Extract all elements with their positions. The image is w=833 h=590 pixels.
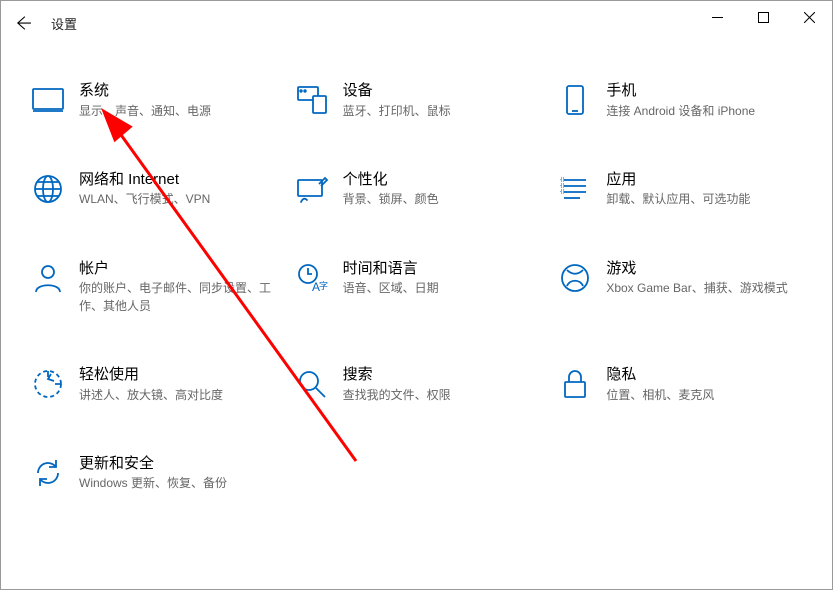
- category-desc: 你的账户、电子邮件、同步设置、工作、其他人员: [79, 280, 275, 315]
- category-desc: 卸载、默认应用、可选功能: [606, 191, 750, 208]
- category-apps[interactable]: 应用 卸载、默认应用、可选功能: [558, 170, 802, 209]
- category-search[interactable]: 搜索 查找我的文件、权限: [295, 365, 539, 404]
- category-label: 游戏: [606, 259, 787, 279]
- category-privacy[interactable]: 隐私 位置、相机、麦克风: [558, 365, 802, 404]
- category-desc: Xbox Game Bar、捕获、游戏模式: [606, 280, 787, 297]
- category-system[interactable]: 系统 显示、声音、通知、电源: [31, 81, 275, 120]
- category-label: 手机: [606, 81, 755, 101]
- category-gaming[interactable]: 游戏 Xbox Game Bar、捕获、游戏模式: [558, 259, 802, 315]
- category-label: 网络和 Internet: [79, 170, 210, 190]
- category-label: 时间和语言: [343, 259, 439, 279]
- back-button[interactable]: [1, 1, 45, 45]
- category-desc: Windows 更新、恢复、备份: [79, 475, 227, 492]
- category-desc: 显示、声音、通知、电源: [79, 103, 211, 120]
- category-desc: 位置、相机、麦克风: [606, 387, 714, 404]
- category-phone[interactable]: 手机 连接 Android 设备和 iPhone: [558, 81, 802, 120]
- category-devices[interactable]: 设备 蓝牙、打印机、鼠标: [295, 81, 539, 120]
- category-label: 设备: [343, 81, 451, 101]
- category-desc: WLAN、飞行模式、VPN: [79, 191, 210, 208]
- xbox-icon: [558, 261, 592, 295]
- category-update-security[interactable]: 更新和安全 Windows 更新、恢复、备份: [31, 454, 275, 493]
- apps-icon: [558, 172, 592, 206]
- back-arrow-icon: [14, 14, 32, 32]
- category-accounts[interactable]: 帐户 你的账户、电子邮件、同步设置、工作、其他人员: [31, 259, 275, 315]
- category-desc: 查找我的文件、权限: [343, 387, 451, 404]
- devices-icon: [295, 83, 329, 117]
- svg-text:字: 字: [319, 280, 328, 291]
- category-label: 搜索: [343, 365, 451, 385]
- category-personalization[interactable]: 个性化 背景、锁屏、颜色: [295, 170, 539, 209]
- minimize-icon: [712, 12, 723, 23]
- category-desc: 连接 Android 设备和 iPhone: [606, 103, 755, 120]
- close-icon: [804, 12, 815, 23]
- category-label: 系统: [79, 81, 211, 101]
- phone-icon: [558, 83, 592, 117]
- settings-window: 设置 系统 显示、声音、通知、电源: [0, 0, 833, 590]
- close-button[interactable]: [786, 1, 832, 33]
- category-time-language[interactable]: A字 时间和语言 语音、区域、日期: [295, 259, 539, 315]
- window-controls: [694, 1, 832, 33]
- maximize-button[interactable]: [740, 1, 786, 33]
- ease-of-access-icon: [31, 367, 65, 401]
- maximize-icon: [758, 12, 769, 23]
- category-desc: 讲述人、放大镜、高对比度: [79, 387, 223, 404]
- category-label: 隐私: [606, 365, 714, 385]
- lock-icon: [558, 367, 592, 401]
- person-icon: [31, 261, 65, 295]
- time-language-icon: A字: [295, 261, 329, 295]
- window-title: 设置: [45, 14, 77, 33]
- category-label: 轻松使用: [79, 365, 223, 385]
- category-desc: 语音、区域、日期: [343, 280, 439, 297]
- category-network[interactable]: 网络和 Internet WLAN、飞行模式、VPN: [31, 170, 275, 209]
- paintbrush-icon: [295, 172, 329, 206]
- category-label: 更新和安全: [79, 454, 227, 474]
- system-icon: [31, 83, 65, 117]
- category-ease-of-access[interactable]: 轻松使用 讲述人、放大镜、高对比度: [31, 365, 275, 404]
- categories-grid: 系统 显示、声音、通知、电源 设备 蓝牙、打印机、鼠标 手机 连接 Androi…: [1, 61, 832, 589]
- minimize-button[interactable]: [694, 1, 740, 33]
- search-icon: [295, 367, 329, 401]
- category-label: 应用: [606, 170, 750, 190]
- category-desc: 背景、锁屏、颜色: [343, 191, 439, 208]
- category-label: 个性化: [343, 170, 439, 190]
- update-icon: [31, 456, 65, 490]
- globe-icon: [31, 172, 65, 206]
- category-desc: 蓝牙、打印机、鼠标: [343, 103, 451, 120]
- titlebar: 设置: [1, 1, 832, 45]
- category-label: 帐户: [79, 259, 275, 279]
